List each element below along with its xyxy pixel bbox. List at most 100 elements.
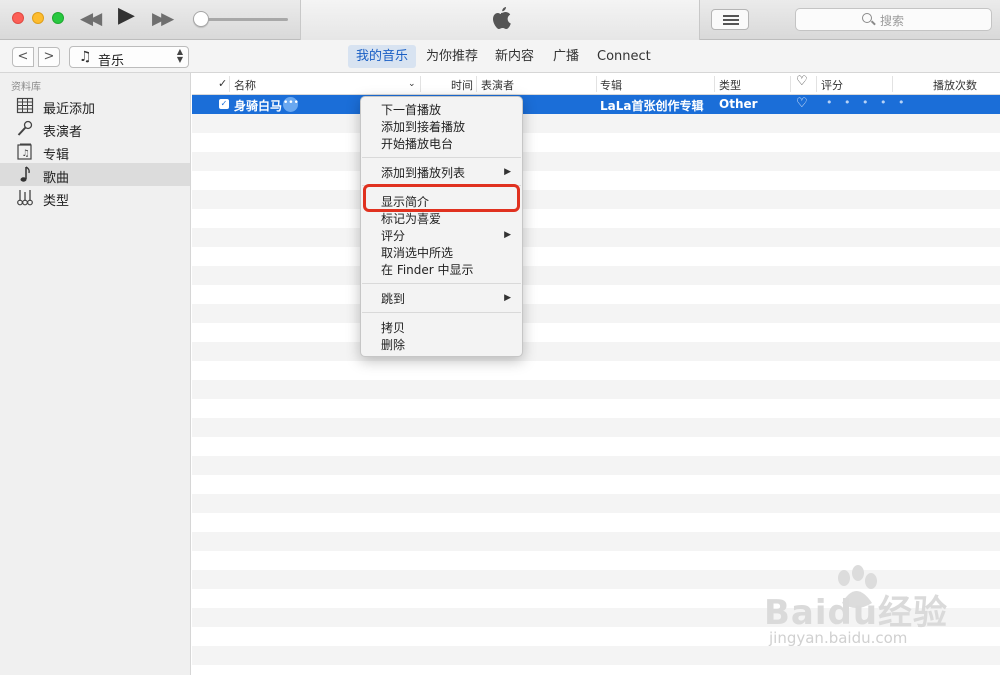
tab-connect[interactable]: Connect <box>589 45 659 68</box>
table-row-empty <box>192 399 1000 418</box>
watermark-url: jingyan.baidu.com <box>769 629 908 647</box>
sidebar-item-genres[interactable]: 类型 <box>0 186 190 209</box>
column-header-time[interactable]: 时间 <box>451 77 473 93</box>
table-row-empty <box>192 323 1000 342</box>
column-header-check[interactable]: ✓ <box>218 77 227 90</box>
table-row-empty <box>192 418 1000 437</box>
heart-icon[interactable]: ♡ <box>796 74 808 89</box>
table-row-empty <box>192 133 1000 152</box>
column-header-genre[interactable]: 类型 <box>719 77 741 93</box>
column-divider <box>790 76 791 92</box>
row-checkbox[interactable]: ✓ <box>219 99 229 109</box>
back-button[interactable]: < <box>12 47 34 67</box>
table-row-empty <box>192 342 1000 361</box>
menu-item-rating[interactable]: 评分 <box>381 227 405 244</box>
song-genre-cell: Other <box>719 97 758 111</box>
rating-dots[interactable]: • • • • • <box>826 96 908 109</box>
submenu-arrow-icon: ▶ <box>504 167 511 177</box>
submenu-arrow-icon: ▶ <box>504 230 511 240</box>
menu-item-start-station[interactable]: 开始播放电台 <box>381 135 453 152</box>
next-track-icon[interactable]: ▶▶ <box>152 8 174 30</box>
toolbar: < > ♫ 音乐 ▲ ▼ 我的音乐 为你推荐 新内容 广播 Connect <box>0 40 1000 73</box>
sidebar-item-recently-added[interactable]: 最近添加 <box>0 94 190 117</box>
table-row-empty <box>192 228 1000 247</box>
apple-logo-icon <box>493 7 511 29</box>
column-header-plays[interactable]: 播放次数 <box>933 77 977 93</box>
tab-for-you[interactable]: 为你推荐 <box>418 45 486 68</box>
more-options-icon[interactable]: ••• <box>283 97 299 112</box>
menu-item-add-to-playlist[interactable]: 添加到播放列表 <box>381 164 465 181</box>
menu-item-delete[interactable]: 删除 <box>381 336 405 353</box>
close-window-button[interactable] <box>12 12 24 24</box>
column-divider <box>476 76 477 92</box>
column-header-artist[interactable]: 表演者 <box>481 77 514 93</box>
table-row-empty <box>192 152 1000 171</box>
menu-separator <box>362 157 521 158</box>
song-table-header: ✓ 名称 ⌄ 时间 表演者 专辑 类型 ♡ 评分 播放次数 <box>192 73 1000 95</box>
grid-icon <box>16 97 34 114</box>
tab-new[interactable]: 新内容 <box>487 45 542 68</box>
column-divider <box>816 76 817 92</box>
sidebar-item-albums[interactable]: ♫ 专辑 <box>0 140 190 163</box>
table-row-empty <box>192 494 1000 513</box>
list-icon-line <box>723 19 739 21</box>
annotation-highlight-box <box>363 184 520 212</box>
volume-slider[interactable] <box>200 18 288 21</box>
zoom-window-button[interactable] <box>52 12 64 24</box>
list-icon <box>723 15 739 17</box>
tab-my-music[interactable]: 我的音乐 <box>348 45 417 68</box>
album-icon: ♫ <box>17 143 32 160</box>
sidebar-item-label: 类型 <box>43 194 70 209</box>
menu-item-copy[interactable]: 拷贝 <box>381 319 405 336</box>
sidebar-item-songs[interactable]: 歌曲 <box>0 163 190 186</box>
media-kind-select[interactable]: ♫ 音乐 ▲ ▼ <box>69 46 189 69</box>
column-header-rating[interactable]: 评分 <box>821 77 843 93</box>
love-heart-icon[interactable]: ♡ <box>796 96 808 111</box>
table-row-empty <box>192 304 1000 323</box>
song-name-cell: 身骑白马 <box>234 99 283 113</box>
table-row-empty <box>192 209 1000 228</box>
menu-item-uncheck-selection[interactable]: 取消选中所选 <box>381 244 453 261</box>
table-row-empty <box>192 361 1000 380</box>
title-bar: ◀◀ ▶ ▶▶ 搜索 <box>0 0 1000 40</box>
table-row-empty <box>192 171 1000 190</box>
up-next-list-button[interactable] <box>711 9 749 30</box>
sidebar-item-label: 表演者 <box>43 125 83 140</box>
context-menu: 下一首播放 添加到接着播放 开始播放电台 添加到播放列表 ▶ 显示简介 标记为喜… <box>360 96 523 357</box>
forward-button[interactable]: > <box>38 47 60 67</box>
column-divider <box>892 76 893 92</box>
table-row-empty <box>192 247 1000 266</box>
table-row-empty <box>192 266 1000 285</box>
microphone-icon <box>17 120 33 136</box>
menu-item-go-to[interactable]: 跳到 <box>381 290 405 307</box>
submenu-arrow-icon: ▶ <box>504 293 511 303</box>
previous-track-icon[interactable]: ◀◀ <box>80 8 102 30</box>
minimize-window-button[interactable] <box>32 12 44 24</box>
search-input[interactable]: 搜索 <box>795 8 992 31</box>
column-divider <box>420 76 421 92</box>
menu-item-play-next[interactable]: 下一首播放 <box>381 101 441 118</box>
sidebar-item-artists[interactable]: 表演者 <box>0 117 190 140</box>
svg-text:♫: ♫ <box>22 149 30 159</box>
search-placeholder: 搜索 <box>880 14 905 28</box>
music-note-icon: ♫ <box>79 49 92 65</box>
table-row[interactable]: ✓ 身骑白马 ••• LaLa首张创作专辑 Other ♡ • • • • • <box>192 95 1000 114</box>
media-kind-label: 音乐 <box>98 54 125 69</box>
menu-item-show-in-finder[interactable]: 在 Finder 中显示 <box>381 261 474 278</box>
list-icon-line <box>723 23 739 25</box>
volume-knob[interactable] <box>193 11 209 27</box>
table-row-empty <box>192 475 1000 494</box>
table-row-empty <box>192 285 1000 304</box>
sidebar-item-label: 专辑 <box>43 148 70 163</box>
menu-item-add-to-up-next[interactable]: 添加到接着播放 <box>381 118 465 135</box>
sort-chevron-down-icon[interactable]: ⌄ <box>408 79 416 89</box>
tab-radio[interactable]: 广播 <box>545 45 587 68</box>
menu-item-love[interactable]: 标记为喜爱 <box>381 210 441 227</box>
table-row-empty <box>192 380 1000 399</box>
column-divider <box>714 76 715 92</box>
column-header-album[interactable]: 专辑 <box>600 77 622 93</box>
search-icon <box>862 13 872 23</box>
column-header-name[interactable]: 名称 <box>234 77 256 93</box>
instruments-icon <box>17 190 33 206</box>
play-icon[interactable]: ▶ <box>118 5 135 27</box>
